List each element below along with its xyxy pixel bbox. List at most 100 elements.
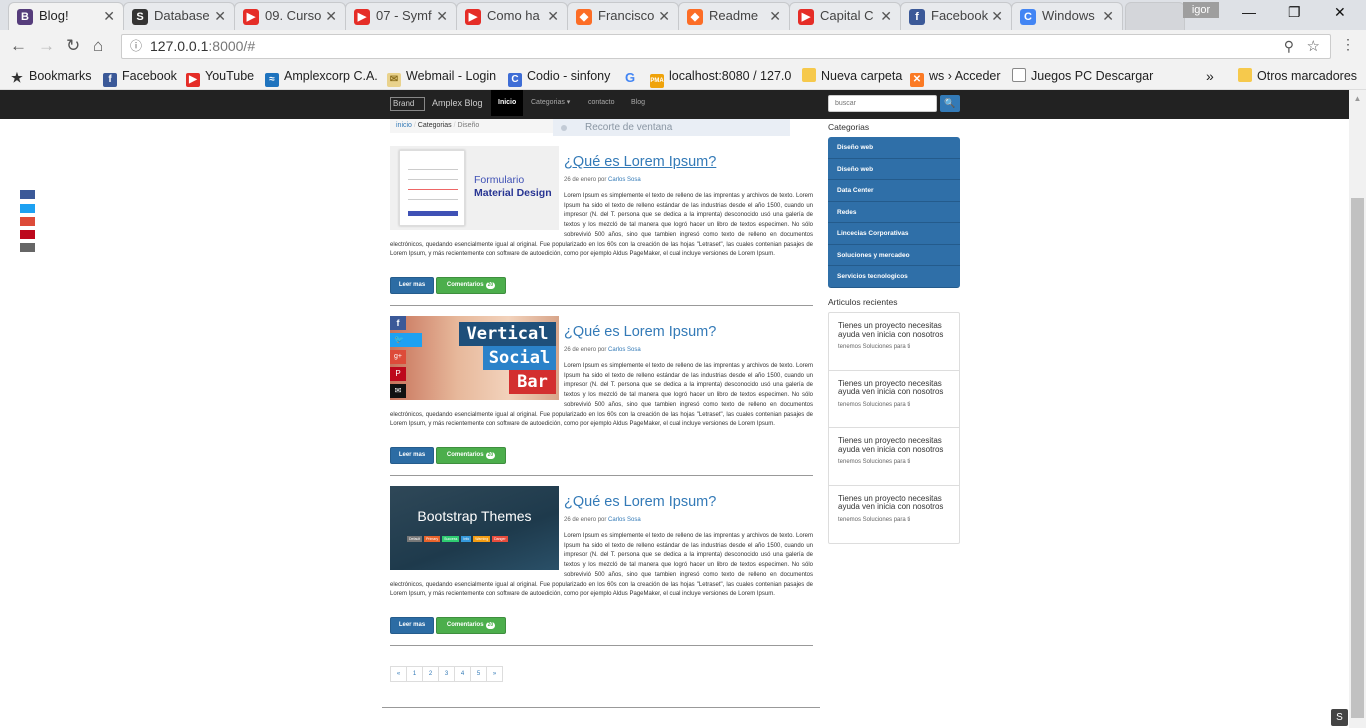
bookmark-item[interactable]: ✕ ws › Acceder	[910, 67, 1001, 87]
twitter-share-icon[interactable]	[20, 204, 35, 213]
minimize-icon[interactable]: —	[1242, 4, 1256, 20]
facebook-share-icon[interactable]	[20, 190, 35, 199]
page-5[interactable]: 5	[470, 666, 487, 682]
tab-symf[interactable]: ▶ 07 - Symf ✕	[345, 2, 457, 30]
read-more-button[interactable]: Leer mas	[390, 447, 434, 464]
comments-button[interactable]: Comentarios 20	[436, 277, 506, 294]
info-icon[interactable]: ⓘ	[130, 35, 142, 58]
blog-name[interactable]: Amplex Blog	[432, 98, 483, 108]
read-more-button[interactable]: Leer mas	[390, 617, 434, 634]
search-button[interactable]: 🔍	[940, 95, 960, 112]
restore-icon[interactable]: ❐	[1288, 4, 1301, 21]
reload-icon[interactable]: ↻	[66, 36, 80, 56]
radio-icon	[561, 125, 567, 131]
new-tab-button[interactable]	[1125, 2, 1185, 30]
post-title[interactable]: ¿Qué es Lorem Ipsum?	[564, 324, 716, 340]
nav-contacto[interactable]: contacto	[581, 90, 621, 116]
tab-como[interactable]: ▶ Como ha ✕	[456, 2, 568, 30]
category-item[interactable]: Diseño web	[828, 137, 960, 159]
close-icon[interactable]: ✕	[880, 3, 892, 29]
close-icon[interactable]: ✕	[1102, 3, 1114, 29]
brand-logo[interactable]: Brand	[390, 97, 425, 111]
scrollbar[interactable]: ▲	[1349, 90, 1366, 728]
email-share-icon[interactable]	[20, 243, 35, 252]
scroll-up-icon[interactable]: ▲	[1349, 90, 1366, 107]
page-icon	[1012, 68, 1026, 82]
address-bar[interactable]: ⓘ 127.0.0.1:8000/# ⚲ ☆	[121, 34, 1331, 59]
page-2[interactable]: 2	[422, 666, 439, 682]
bookmark-star-icon[interactable]: ☆	[1307, 35, 1320, 58]
comments-button[interactable]: Comentarios 20	[436, 447, 506, 464]
tab-curso[interactable]: ▶ 09. Curso ✕	[234, 2, 346, 30]
post-author[interactable]: Carlos Sosa	[608, 347, 641, 353]
nav-blog[interactable]: Blog	[624, 90, 652, 116]
forward-icon[interactable]: →	[38, 36, 55, 56]
bookmark-item[interactable]: f Facebook	[103, 67, 177, 87]
close-icon[interactable]: ✕	[436, 3, 448, 29]
bookmark-item[interactable]: Juegos PC Descargar	[1012, 67, 1153, 85]
page-next[interactable]: »	[486, 666, 503, 682]
tab-francisco[interactable]: ◆ Francisco ✕	[567, 2, 679, 30]
scrollbar-thumb[interactable]	[1351, 198, 1364, 718]
close-icon[interactable]: ✕	[103, 3, 115, 29]
recent-item[interactable]: Tienes un proyecto necesitas ayuda ven i…	[829, 313, 959, 371]
recent-item[interactable]: Tienes un proyecto necesitas ayuda ven i…	[829, 428, 959, 486]
profile-badge[interactable]: igor	[1183, 2, 1219, 18]
category-item[interactable]: Diseño web	[828, 158, 960, 180]
close-icon[interactable]: ✕	[991, 3, 1003, 29]
symfony-toolbar-icon[interactable]: S	[1331, 709, 1348, 726]
zoom-icon[interactable]: ⚲	[1284, 35, 1294, 58]
tab-facebook[interactable]: f Facebook ✕	[900, 2, 1012, 30]
category-item[interactable]: Lincecias Corporativas	[828, 223, 960, 245]
post-title[interactable]: ¿Qué es Lorem Ipsum?	[564, 494, 716, 510]
googleplus-share-icon[interactable]	[20, 217, 35, 226]
bookmark-item[interactable]: ★ Bookmarks	[10, 67, 91, 85]
close-icon[interactable]: ✕	[547, 3, 559, 29]
screenshot-tool-overlay[interactable]: Recorte de ventana	[553, 119, 790, 136]
more-bookmarks-icon[interactable]: »	[1206, 67, 1214, 85]
page-prev[interactable]: «	[390, 666, 407, 682]
back-icon[interactable]: ←	[10, 36, 27, 56]
post-title[interactable]: ¿Qué es Lorem Ipsum?	[564, 154, 716, 170]
nav-inicio[interactable]: Inicio	[491, 90, 524, 116]
other-bookmarks[interactable]: Otros marcadores	[1238, 67, 1357, 85]
bookmark-item[interactable]: PMA localhost:8080 / 127.0	[650, 67, 791, 88]
recent-item[interactable]: Tienes un proyecto necesitas ayuda ven i…	[829, 486, 959, 544]
post-author[interactable]: Carlos Sosa	[608, 177, 641, 183]
bookmark-item[interactable]: ≈ Amplexcorp C.A.	[265, 67, 378, 87]
breadcrumb-inicio[interactable]: inicio	[396, 122, 412, 129]
bookmark-item[interactable]: ▶ YouTube	[186, 67, 254, 87]
home-icon[interactable]: ⌂	[93, 36, 103, 56]
pinterest-share-icon[interactable]	[20, 230, 35, 239]
recent-item-sub: tenemos Soluciones para ti	[838, 344, 911, 350]
nav-categorias[interactable]: Categorias ▾	[524, 90, 577, 116]
page-4[interactable]: 4	[454, 666, 471, 682]
close-window-icon[interactable]: ✕	[1334, 4, 1346, 21]
recent-item[interactable]: Tienes un proyecto necesitas ayuda ven i…	[829, 371, 959, 428]
tab-capital[interactable]: ▶ Capital C ✕	[789, 2, 901, 30]
breadcrumb-categorias[interactable]: Categorias	[418, 122, 452, 129]
close-icon[interactable]: ✕	[325, 3, 337, 29]
comments-button[interactable]: Comentarios 20	[436, 617, 506, 634]
close-icon[interactable]: ✕	[214, 3, 226, 29]
bookmark-item[interactable]: Nueva carpeta	[802, 67, 902, 85]
post-author[interactable]: Carlos Sosa	[608, 517, 641, 523]
close-icon[interactable]: ✕	[658, 3, 670, 29]
category-item[interactable]: Redes	[828, 201, 960, 223]
page-1[interactable]: 1	[406, 666, 423, 682]
bookmark-item[interactable]: ✉ Webmail - Login	[387, 67, 496, 87]
read-more-button[interactable]: Leer mas	[390, 277, 434, 294]
page-3[interactable]: 3	[438, 666, 455, 682]
close-icon[interactable]: ✕	[769, 3, 781, 29]
tab-database[interactable]: S Database ✕	[123, 2, 235, 30]
bookmark-item[interactable]: G	[623, 67, 642, 85]
tab-windows[interactable]: C Windows ✕	[1011, 2, 1123, 30]
search-input[interactable]	[828, 95, 937, 112]
category-item[interactable]: Servicios tecnologicos	[828, 266, 960, 288]
tab-readme[interactable]: ◆ Readme ✕	[678, 2, 790, 30]
tab-blog[interactable]: B Blog! ✕	[8, 2, 124, 30]
category-item[interactable]: Data Center	[828, 180, 960, 202]
category-item[interactable]: Soluciones y mercadeo	[828, 244, 960, 266]
menu-icon[interactable]: ⋮	[1341, 36, 1355, 53]
bookmark-item[interactable]: C Codio - sinfony	[508, 67, 610, 87]
